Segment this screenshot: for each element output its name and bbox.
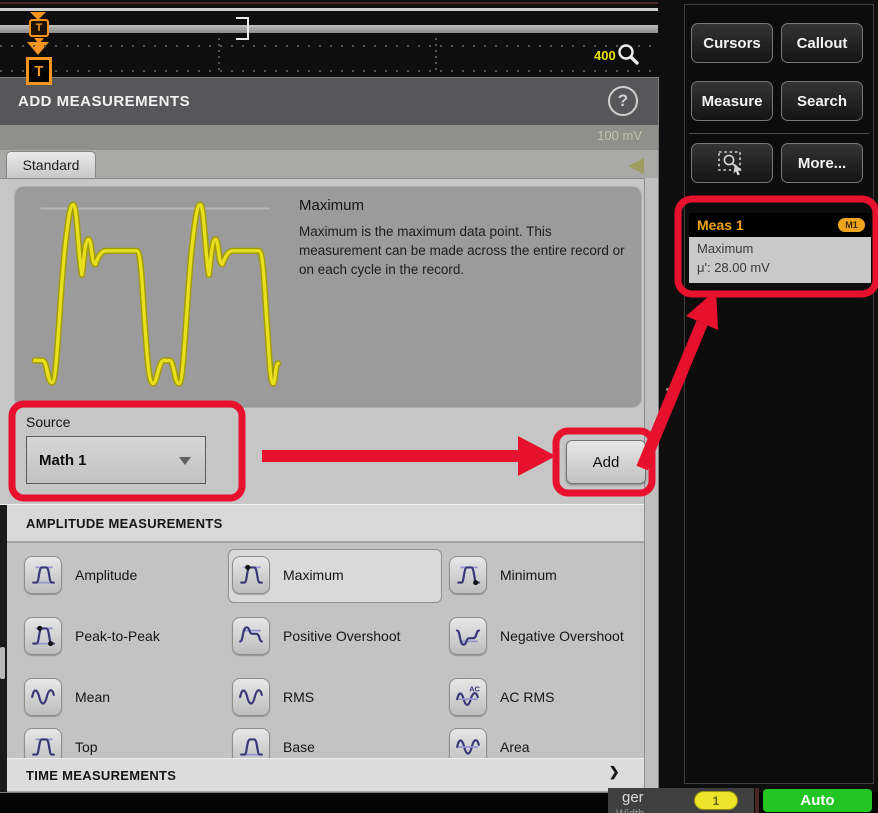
measurement-label: Minimum: [500, 567, 557, 583]
measurement-label: Mean: [75, 689, 110, 705]
graticule-tick-column: [435, 38, 437, 74]
channel-reference-arrow-icon: [628, 158, 644, 174]
positive-overshoot-icon: [232, 617, 270, 655]
waveform-preview: [29, 193, 281, 401]
measurement-label: AC RMS: [500, 689, 554, 705]
trigger-graticule-arrow-icon: [27, 42, 49, 55]
add-button[interactable]: Add: [566, 440, 646, 484]
measurement-label: RMS: [283, 689, 314, 705]
measurement-badge-type: Maximum: [697, 240, 871, 259]
horizontal-scale-readout: 400: [594, 48, 616, 63]
zoom-magnifier-icon[interactable]: [616, 42, 642, 73]
negative-overshoot-icon: [449, 617, 487, 655]
trigger-source-badge[interactable]: 1: [694, 791, 738, 810]
mean-icon: [24, 678, 62, 716]
measurement-label: Base: [283, 739, 315, 755]
right-control-panel: Cursors Callout Measure Search More... M…: [684, 4, 874, 784]
dialog-title: ADD MEASUREMENTS: [18, 93, 190, 110]
measurement-label: Peak-to-Peak: [75, 628, 160, 644]
panel-divider-handle[interactable]: [666, 384, 669, 409]
amplitude-section-header[interactable]: AMPLITUDE MEASUREMENTS: [0, 504, 644, 542]
time-section-header[interactable]: TIME MEASUREMENTS ❯: [0, 758, 644, 792]
maximum-icon: [232, 556, 270, 594]
dialog-header[interactable]: ADD MEASUREMENTS ?: [0, 78, 658, 125]
zoom-select-button[interactable]: [691, 143, 773, 183]
measurement-label: Positive Overshoot: [283, 628, 401, 644]
rms-icon: [232, 678, 270, 716]
measurement-badge-id: M1: [838, 218, 865, 232]
graticule-dots: [0, 45, 658, 47]
measurement-tile-amplitude[interactable]: Amplitude: [24, 556, 137, 594]
cursors-button[interactable]: Cursors: [691, 23, 773, 63]
measurement-label: Area: [500, 739, 530, 755]
measurement-badge-name: Meas 1: [697, 217, 744, 233]
dialog-scrollbar[interactable]: [644, 178, 658, 792]
measurement-detail-description: Maximum is the maximum data point. This …: [299, 223, 635, 280]
bottom-divider: [755, 788, 759, 813]
chevron-right-icon[interactable]: ❯: [609, 764, 620, 780]
help-icon[interactable]: ?: [608, 86, 638, 116]
vertical-scale-readout: 100 mV: [597, 128, 642, 143]
measurement-label: Maximum: [283, 567, 344, 583]
horizontal-position-slider[interactable]: [0, 25, 658, 33]
measurement-tile-maximum[interactable]: Maximum: [232, 556, 344, 594]
source-dropdown-value: Math 1: [39, 452, 87, 469]
measurement-badge-header: Meas 1 M1: [689, 213, 871, 237]
ac-rms-icon: AC: [449, 678, 487, 716]
measurement-tile-minimum[interactable]: Minimum: [449, 556, 557, 594]
amplitude-icon: [24, 556, 62, 594]
oscilloscope-screen: T T 400 ADD MEASUREMENTS ? 100 mV Standa…: [0, 0, 878, 813]
measurement-detail-panel: Maximum Maximum is the maximum data poin…: [14, 186, 642, 408]
measurement-tile-ac-rms[interactable]: AC AC RMS: [449, 678, 554, 716]
measurement-detail-title: Maximum: [299, 197, 364, 214]
minimum-icon: [449, 556, 487, 594]
left-edge-scrollbar[interactable]: [0, 505, 7, 792]
measurement-tile-peak-to-peak[interactable]: Peak-to-Peak: [24, 617, 160, 655]
time-section-title: TIME MEASUREMENTS: [26, 768, 176, 783]
tab-standard[interactable]: Standard: [6, 151, 96, 178]
zoom-select-icon: [715, 149, 749, 177]
peak-to-peak-icon: [24, 617, 62, 655]
measurement-label: Amplitude: [75, 567, 137, 583]
trigger-label-fragment: ger: [622, 789, 644, 806]
trigger-settings-box[interactable]: ger Width 1: [608, 788, 754, 813]
more-button[interactable]: More...: [781, 143, 863, 183]
measure-button[interactable]: Measure: [691, 81, 773, 121]
measurement-tile-positive-overshoot[interactable]: Positive Overshoot: [232, 617, 401, 655]
width-label-fragment: Width: [616, 808, 644, 813]
measurement-tile-negative-overshoot[interactable]: Negative Overshoot: [449, 617, 624, 655]
add-measurements-dialog: ADD MEASUREMENTS ? 100 mV Standard Maxim…: [0, 78, 658, 792]
callout-button[interactable]: Callout: [781, 23, 863, 63]
measurement-label: Top: [75, 739, 98, 755]
source-label: Source: [26, 414, 70, 430]
top-accent-line: [0, 2, 658, 4]
graticule-tick-column: [218, 38, 220, 74]
trigger-indicator[interactable]: T: [26, 57, 52, 85]
panel-divider: [689, 133, 869, 134]
chevron-down-icon: [179, 457, 191, 465]
zoom-window-bracket[interactable]: [236, 17, 249, 40]
zoom-overview-top-line: [0, 8, 658, 11]
source-dropdown[interactable]: Math 1: [26, 436, 206, 484]
amplitude-section-title: AMPLITUDE MEASUREMENTS: [26, 516, 223, 531]
measurement-result-badge[interactable]: Meas 1 M1 Maximum μ': 28.00 mV: [689, 213, 871, 283]
tab-row: Standard: [0, 150, 658, 178]
trigger-slider-marker[interactable]: T: [29, 19, 49, 37]
translucent-band: 100 mV: [0, 125, 658, 150]
auto-acquisition-button[interactable]: Auto: [763, 789, 872, 812]
measurement-badge-value: μ': 28.00 mV: [697, 259, 871, 278]
measurement-tile-rms[interactable]: RMS: [232, 678, 314, 716]
graticule-dots: [0, 70, 658, 72]
search-button[interactable]: Search: [781, 81, 863, 121]
measurement-label: Negative Overshoot: [500, 628, 624, 644]
measurement-badge-body: Maximum μ': 28.00 mV: [689, 237, 871, 283]
measurement-tile-mean[interactable]: Mean: [24, 678, 110, 716]
